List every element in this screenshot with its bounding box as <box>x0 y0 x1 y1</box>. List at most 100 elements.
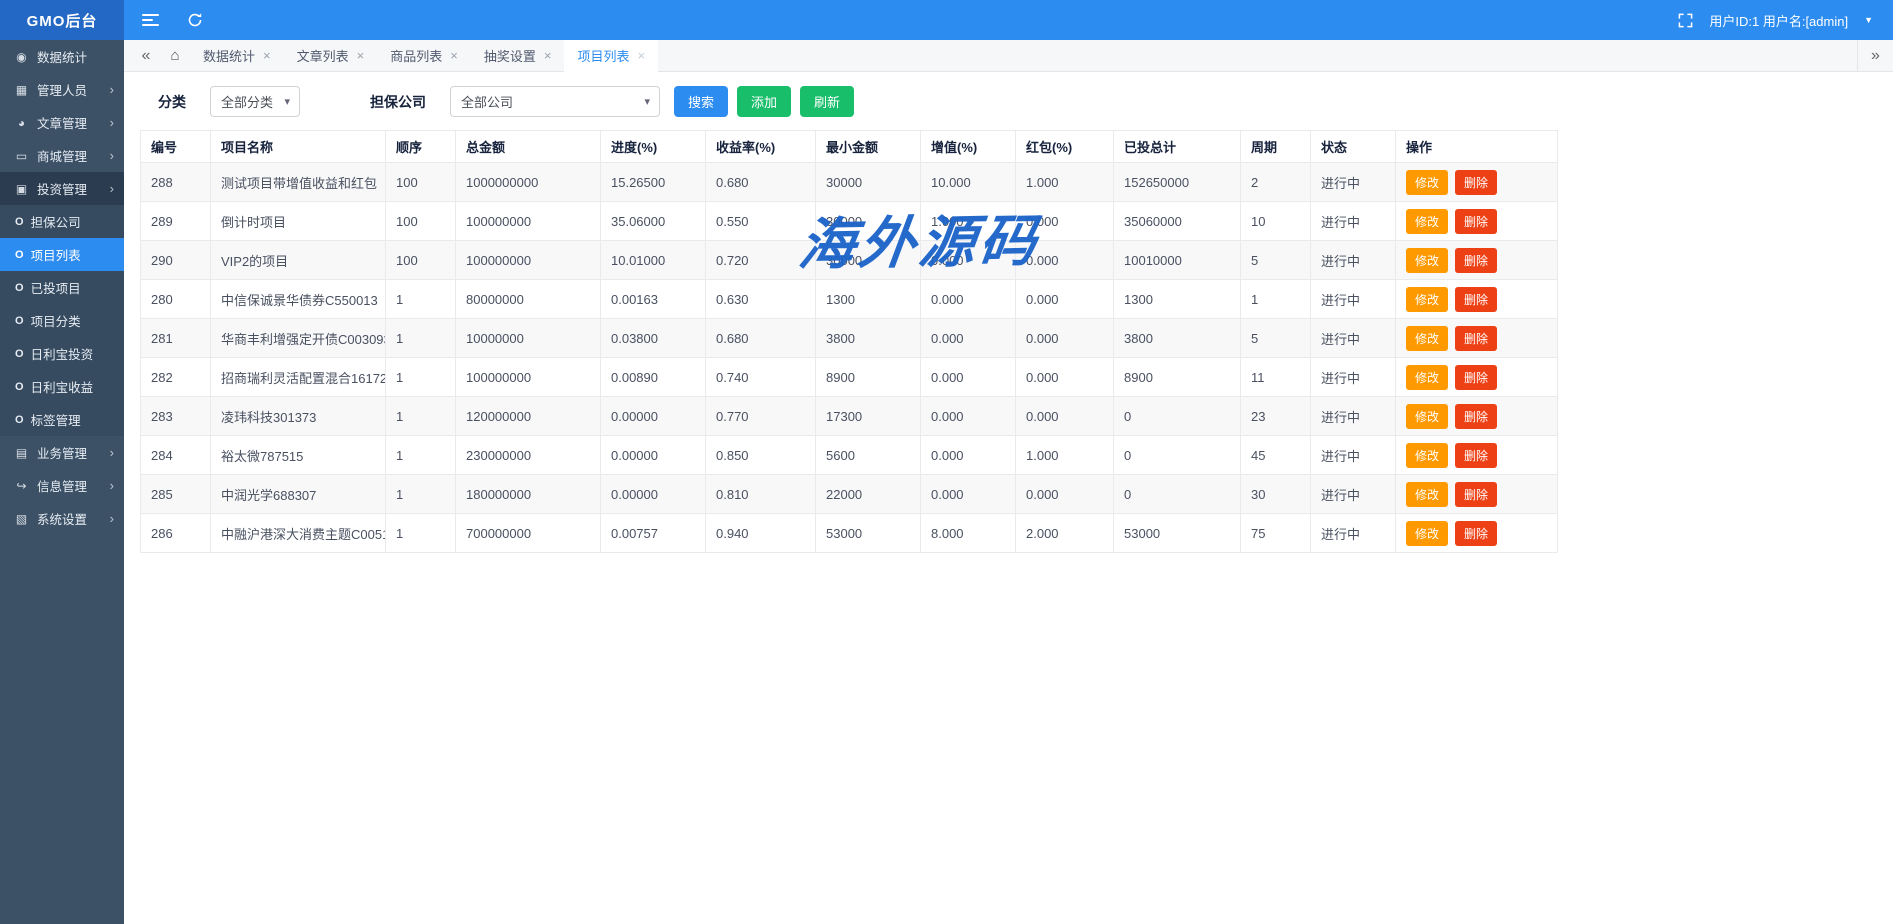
sidebar-item-5[interactable]: ▤业务管理› <box>0 436 124 469</box>
edit-button[interactable]: 修改 <box>1406 326 1448 351</box>
sidebar-item-3[interactable]: ▭商城管理› <box>0 139 124 172</box>
tab-1[interactable]: 文章列表× <box>284 40 378 72</box>
table-cell: 2.000 <box>1016 514 1114 553</box>
sidebar-item-7[interactable]: ▧系统设置› <box>0 502 124 535</box>
table-cell: 1 <box>1241 280 1311 319</box>
tab-2[interactable]: 商品列表× <box>377 40 471 72</box>
table-cell: 0.000 <box>921 280 1016 319</box>
tabs-scroll-right-icon[interactable]: » <box>1857 40 1893 72</box>
delete-button[interactable]: 删除 <box>1455 482 1497 507</box>
delete-button[interactable]: 删除 <box>1455 287 1497 312</box>
delete-button[interactable]: 删除 <box>1455 209 1497 234</box>
delete-button[interactable]: 删除 <box>1455 404 1497 429</box>
chevron-right-icon: › <box>110 115 114 130</box>
close-icon[interactable]: × <box>263 48 271 63</box>
sidebar-subitem[interactable]: O担保公司 <box>0 205 124 238</box>
table-cell: 0.00000 <box>601 436 706 475</box>
close-icon[interactable]: × <box>544 48 552 63</box>
sidebar-subitem[interactable]: O日利宝收益 <box>0 370 124 403</box>
table-cell: 进行中 <box>1311 475 1396 514</box>
category-select[interactable]: 全部分类 ▾ <box>210 86 300 117</box>
table-cell: 30 <box>1241 475 1311 514</box>
table-cell: 3800 <box>816 319 921 358</box>
tabs-scroll-left-icon[interactable]: « <box>132 47 160 65</box>
team-grid-icon: ▦ <box>13 83 30 97</box>
table-cell: 1300 <box>1114 280 1241 319</box>
edit-button[interactable]: 修改 <box>1406 248 1448 273</box>
table-cell: 35060000 <box>1114 202 1241 241</box>
sidebar-subitem-label: 标签管理 <box>31 410 81 429</box>
delete-button[interactable]: 删除 <box>1455 326 1497 351</box>
sidebar-menu: ◉数据统计▦管理人员›◕文章管理›▭商城管理›▣投资管理›O担保公司O项目列表O… <box>0 40 124 535</box>
sidebar-subitem[interactable]: O日利宝投资 <box>0 337 124 370</box>
tab-0[interactable]: 数据统计× <box>190 40 284 72</box>
search-button[interactable]: 搜索 <box>674 86 728 117</box>
close-icon[interactable]: × <box>357 48 365 63</box>
tab-3[interactable]: 抽奖设置× <box>471 40 565 72</box>
menu-fold-bars <box>142 11 159 29</box>
table-cell: 100000000 <box>456 241 601 280</box>
sidebar-subitem[interactable]: O标签管理 <box>0 403 124 436</box>
table-cell: 进行中 <box>1311 397 1396 436</box>
edit-button[interactable]: 修改 <box>1406 521 1448 546</box>
delete-button[interactable]: 删除 <box>1455 170 1497 195</box>
company-select[interactable]: 全部公司 ▾ <box>450 86 660 117</box>
fullscreen-icon[interactable] <box>1678 13 1693 28</box>
table-cell: 0.000 <box>921 241 1016 280</box>
sidebar-item-0[interactable]: ◉数据统计 <box>0 40 124 73</box>
table-cell: 进行中 <box>1311 280 1396 319</box>
chevron-right-icon: › <box>110 82 114 97</box>
edit-button[interactable]: 修改 <box>1406 209 1448 234</box>
business-book-icon: ▤ <box>13 446 30 460</box>
delete-button[interactable]: 删除 <box>1455 248 1497 273</box>
table-cell: 35.06000 <box>601 202 706 241</box>
caret-down-icon[interactable]: ▼ <box>1864 16 1873 25</box>
sidebar-item-4[interactable]: ▣投资管理› <box>0 172 124 205</box>
column-header: 已投总计 <box>1114 131 1241 163</box>
category-select-value: 全部分类 <box>221 92 273 111</box>
home-icon[interactable]: ⌂ <box>160 47 190 64</box>
sidebar-subitem[interactable]: O已投项目 <box>0 271 124 304</box>
sidebar-subitem[interactable]: O项目列表 <box>0 238 124 271</box>
edit-button[interactable]: 修改 <box>1406 404 1448 429</box>
company-select-value: 全部公司 <box>461 92 513 111</box>
delete-button[interactable]: 删除 <box>1455 365 1497 390</box>
sidebar-item-1[interactable]: ▦管理人员› <box>0 73 124 106</box>
tab-4[interactable]: 项目列表× <box>564 40 658 72</box>
sidebar-item-label: 投资管理 <box>37 179 87 198</box>
menu-fold-icon[interactable] <box>142 11 159 29</box>
delete-button[interactable]: 删除 <box>1455 521 1497 546</box>
table-cell: 1 <box>386 358 456 397</box>
table-cell: 0.00757 <box>601 514 706 553</box>
edit-button[interactable]: 修改 <box>1406 170 1448 195</box>
delete-button[interactable]: 删除 <box>1455 443 1497 468</box>
table-cell: 0.850 <box>706 436 816 475</box>
sidebar-item-label: 文章管理 <box>37 113 87 132</box>
table-cell: 180000000 <box>456 475 601 514</box>
table-cell: 0.000 <box>1016 358 1114 397</box>
table-cell: 中融沪港深大消费主题C005143 <box>211 514 386 553</box>
table-cell: 0.810 <box>706 475 816 514</box>
table-cell: 1 <box>386 475 456 514</box>
edit-button[interactable]: 修改 <box>1406 287 1448 312</box>
table-cell: 0.03800 <box>601 319 706 358</box>
sidebar-item-2[interactable]: ◕文章管理› <box>0 106 124 139</box>
refresh-list-button[interactable]: 刷新 <box>800 86 854 117</box>
table-cell: 0.00000 <box>601 397 706 436</box>
add-button[interactable]: 添加 <box>737 86 791 117</box>
table-row: 285中润光学68830711800000000.000000.81022000… <box>141 475 1558 514</box>
table-cell: 10 <box>1241 202 1311 241</box>
user-info[interactable]: 用户ID:1 用户名:[admin] <box>1709 11 1848 30</box>
category-label: 分类 <box>158 92 186 112</box>
sidebar-subitem[interactable]: O项目分类 <box>0 304 124 337</box>
close-icon[interactable]: × <box>637 48 645 63</box>
edit-button[interactable]: 修改 <box>1406 365 1448 390</box>
edit-button[interactable]: 修改 <box>1406 482 1448 507</box>
actions-cell: 修改删除 <box>1396 436 1558 475</box>
table-cell: 进行中 <box>1311 436 1396 475</box>
refresh-icon[interactable] <box>187 12 203 28</box>
edit-button[interactable]: 修改 <box>1406 443 1448 468</box>
close-icon[interactable]: × <box>450 48 458 63</box>
table-cell: 284 <box>141 436 211 475</box>
sidebar-item-6[interactable]: ↪信息管理› <box>0 469 124 502</box>
